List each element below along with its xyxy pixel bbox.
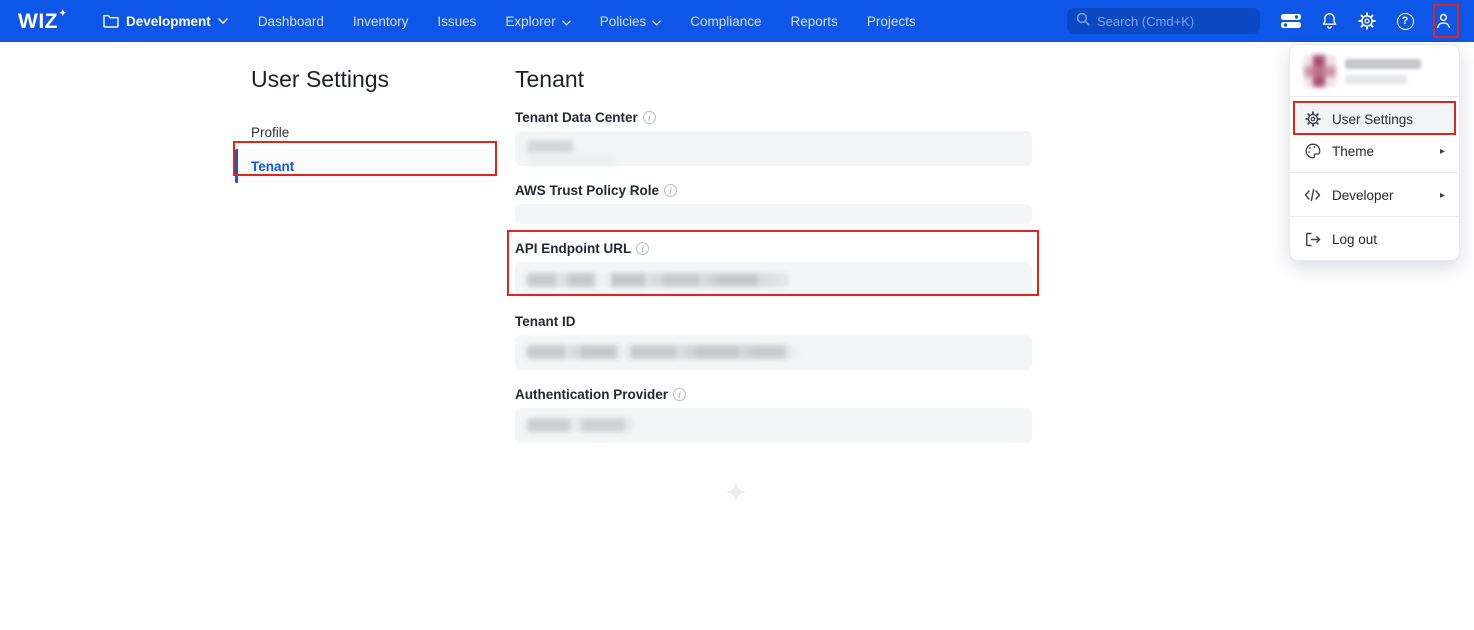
field-label: Tenant ID bbox=[515, 314, 576, 329]
code-icon bbox=[1304, 188, 1321, 202]
top-nav-bar: WIZ✦ Development Dashboard Inventory Iss… bbox=[0, 0, 1474, 42]
nav-item-projects[interactable]: Projects bbox=[867, 14, 916, 29]
field-group-aws-trust-policy-role: AWS Trust Policy Role i bbox=[515, 183, 1032, 224]
avatar bbox=[1304, 55, 1336, 87]
section-title: Tenant bbox=[515, 66, 1032, 93]
redacted-user-email bbox=[1345, 75, 1407, 84]
search-input[interactable] bbox=[1097, 14, 1273, 29]
settings-sidebar: User Settings Profile Tenant bbox=[235, 66, 496, 183]
field-label: Authentication Provider bbox=[515, 387, 668, 402]
info-icon[interactable]: i bbox=[664, 184, 677, 197]
wiz-logo-text: WIZ bbox=[18, 11, 58, 32]
user-info-row bbox=[1290, 45, 1459, 96]
main-nav: Dashboard Inventory Issues Explorer Poli… bbox=[258, 14, 916, 29]
field-group-api-endpoint-url: API Endpoint URL i bbox=[515, 241, 1032, 297]
wiz-sparkle-watermark-icon bbox=[724, 480, 748, 504]
gear-icon bbox=[1304, 111, 1321, 127]
chevron-down-icon bbox=[218, 18, 228, 24]
redacted-user-name bbox=[1345, 59, 1421, 69]
global-search[interactable] bbox=[1067, 8, 1260, 34]
info-icon[interactable]: i bbox=[636, 242, 649, 255]
redacted-value bbox=[527, 345, 799, 359]
header-icon-buttons: ? bbox=[1280, 8, 1454, 34]
nav-item-reports[interactable]: Reports bbox=[791, 14, 838, 29]
help-icon[interactable]: ? bbox=[1394, 8, 1416, 34]
sidebar-item-profile[interactable]: Profile bbox=[235, 115, 496, 149]
user-menu-dropdown: User Settings Theme ▸ Developer ▸ bbox=[1289, 44, 1460, 261]
menu-item-user-settings[interactable]: User Settings bbox=[1296, 104, 1453, 134]
authentication-provider-field bbox=[515, 408, 1032, 443]
nav-item-policies[interactable]: Policies bbox=[600, 14, 662, 29]
submenu-arrow-icon: ▸ bbox=[1440, 190, 1445, 201]
logout-icon bbox=[1304, 232, 1321, 247]
redacted-value bbox=[527, 273, 789, 287]
settings-gear-icon[interactable] bbox=[1356, 8, 1378, 34]
folder-icon bbox=[103, 14, 119, 28]
notifications-bell-icon[interactable] bbox=[1318, 8, 1340, 34]
field-group-tenant-data-center: Tenant Data Center i bbox=[515, 110, 1032, 166]
submenu-arrow-icon: ▸ bbox=[1440, 146, 1445, 157]
nav-item-explorer[interactable]: Explorer bbox=[505, 14, 570, 29]
billing-plans-icon[interactable] bbox=[1280, 8, 1302, 34]
nav-item-issues[interactable]: Issues bbox=[437, 14, 476, 29]
user-icon[interactable] bbox=[1432, 8, 1454, 34]
field-label: API Endpoint URL bbox=[515, 241, 631, 256]
search-icon bbox=[1076, 12, 1090, 31]
tenant-id-field bbox=[515, 335, 1032, 370]
palette-icon bbox=[1304, 143, 1321, 159]
menu-item-theme[interactable]: Theme ▸ bbox=[1296, 136, 1453, 166]
nav-item-compliance[interactable]: Compliance bbox=[690, 14, 761, 29]
redacted-value bbox=[527, 418, 635, 432]
nav-item-dashboard[interactable]: Dashboard bbox=[258, 14, 324, 29]
field-group-authentication-provider: Authentication Provider i bbox=[515, 387, 1032, 443]
wiz-app: WIZ✦ Development Dashboard Inventory Iss… bbox=[0, 0, 1474, 630]
chevron-down-icon bbox=[562, 14, 571, 29]
menu-item-log-out[interactable]: Log out bbox=[1296, 224, 1453, 254]
sidebar-item-tenant[interactable]: Tenant bbox=[235, 149, 496, 183]
tenant-settings-panel: Tenant Tenant Data Center i AWS Trust Po… bbox=[515, 66, 1032, 443]
project-switcher-label: Development bbox=[126, 14, 211, 29]
tenant-data-center-field bbox=[515, 131, 1032, 166]
field-group-tenant-id: Tenant ID bbox=[515, 314, 1032, 370]
wiz-logo-sparkle-icon: ✦ bbox=[59, 9, 67, 18]
aws-trust-policy-role-field bbox=[515, 204, 1032, 224]
info-icon[interactable]: i bbox=[673, 388, 686, 401]
project-switcher[interactable]: Development bbox=[103, 14, 228, 29]
wiz-logo[interactable]: WIZ✦ bbox=[18, 11, 67, 32]
field-label: Tenant Data Center bbox=[515, 110, 638, 125]
field-label: AWS Trust Policy Role bbox=[515, 183, 659, 198]
nav-item-inventory[interactable]: Inventory bbox=[353, 14, 409, 29]
chevron-down-icon bbox=[652, 14, 661, 29]
info-icon[interactable]: i bbox=[643, 111, 656, 124]
page-title: User Settings bbox=[251, 66, 496, 93]
redacted-value bbox=[527, 153, 615, 165]
api-endpoint-url-field bbox=[515, 262, 1032, 297]
menu-item-developer[interactable]: Developer ▸ bbox=[1296, 180, 1453, 210]
